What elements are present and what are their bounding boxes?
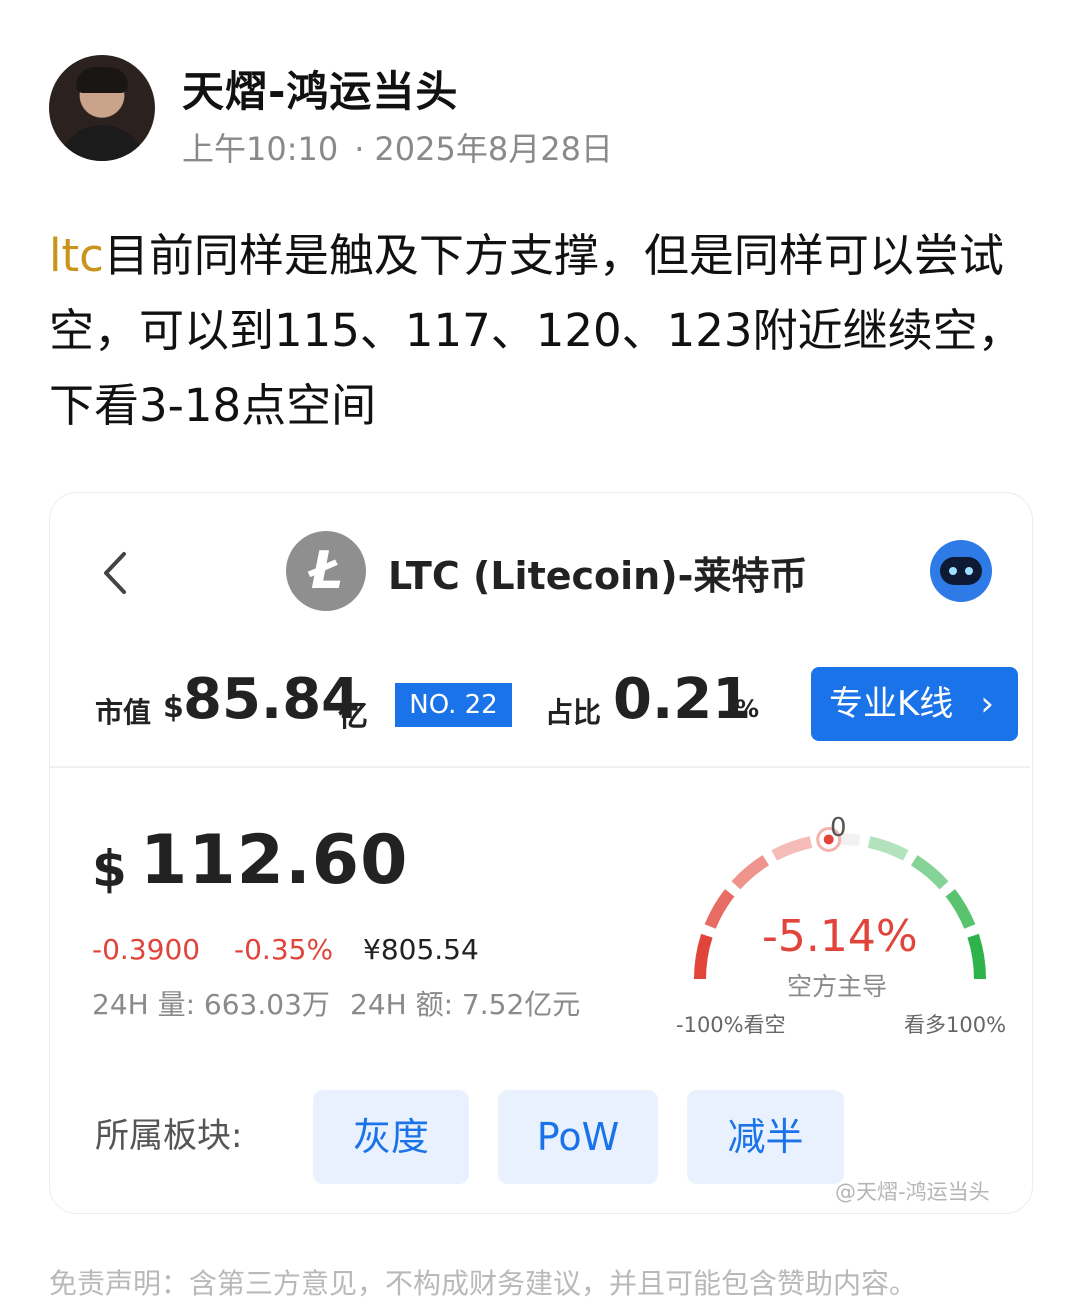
gauge-bull-label: 看多100% bbox=[904, 1013, 1007, 1037]
sentiment-status: 空方主导 bbox=[787, 972, 888, 1001]
market-share-label: 占比 bbox=[545, 696, 602, 729]
gauge-segment bbox=[694, 933, 713, 980]
market-share-value: 0.21 bbox=[613, 667, 752, 732]
author-avatar[interactable] bbox=[49, 55, 155, 161]
bot-eye-right bbox=[965, 567, 973, 575]
rank-badge: NO. 22 bbox=[395, 683, 512, 727]
avatar-shoulders bbox=[57, 125, 147, 161]
assistant-bot-icon[interactable] bbox=[930, 540, 992, 602]
gauge-segment bbox=[731, 855, 770, 890]
gauge-segment bbox=[771, 836, 813, 861]
coin-card[interactable]: Ł LTC (Litecoin)-莱特币 市值 $ 85.84 亿 NO. 22… bbox=[49, 492, 1033, 1214]
back-arrow-icon[interactable] bbox=[100, 548, 130, 598]
gauge-segment bbox=[704, 889, 735, 929]
sector-tag-grayscale[interactable]: 灰度 bbox=[313, 1090, 469, 1184]
separator-dot: · bbox=[354, 130, 365, 168]
market-cap-currency: $ bbox=[163, 690, 184, 725]
pro-kline-label: 专业K线 bbox=[829, 684, 954, 724]
bot-face bbox=[940, 557, 982, 585]
price-change-absolute: -0.3900 bbox=[92, 933, 201, 966]
price-cny: ¥805.54 bbox=[363, 933, 479, 966]
market-cap-value: 85.84 bbox=[183, 667, 361, 732]
post-time: 上午10:10 bbox=[182, 130, 339, 168]
coin-title: LTC (Litecoin)-莱特币 bbox=[388, 554, 808, 598]
gauge-bear-label: -100%看空 bbox=[676, 1013, 786, 1037]
sector-tag-pow[interactable]: PoW bbox=[498, 1090, 658, 1184]
sector-tag-halving[interactable]: 减半 bbox=[687, 1090, 844, 1184]
market-cap-label: 市值 bbox=[95, 696, 152, 729]
post-body: ltc目前同样是触及下方支撑，但是同样可以尝试空，可以到115、117、120、… bbox=[49, 218, 1039, 443]
volume-24h: 24H 量: 663.03万 bbox=[92, 988, 330, 1021]
gauge-segment bbox=[867, 836, 909, 861]
price-currency: $ bbox=[92, 840, 127, 898]
gauge-segment bbox=[945, 889, 976, 929]
chevron-right-icon: › bbox=[980, 684, 994, 724]
bot-eye-left bbox=[949, 567, 957, 575]
gauge-zero-label: 0 bbox=[830, 813, 847, 843]
sentiment-value: -5.14% bbox=[762, 911, 918, 962]
litecoin-logo-icon: Ł bbox=[286, 531, 366, 611]
current-price: 112.60 bbox=[140, 821, 409, 900]
market-share-unit: % bbox=[735, 695, 760, 723]
post-timestamp: 上午10:10 · 2025年8月28日 bbox=[182, 124, 613, 170]
gauge-segment bbox=[910, 855, 949, 890]
post-date: 2025年8月28日 bbox=[374, 130, 613, 168]
gauge-segment bbox=[967, 933, 986, 980]
author-name[interactable]: 天熠-鸿运当头 bbox=[182, 58, 458, 119]
price-change-percent: -0.35% bbox=[234, 933, 334, 966]
amount-24h: 24H 额: 7.52亿元 bbox=[350, 988, 581, 1021]
coin-tag-link[interactable]: ltc bbox=[49, 229, 104, 282]
divider bbox=[50, 766, 1030, 768]
watermark: @天熠-鸿运当头 bbox=[835, 1180, 990, 1204]
pro-kline-button[interactable]: 专业K线 › bbox=[811, 667, 1018, 741]
market-cap-unit: 亿 bbox=[338, 699, 368, 734]
avatar-hair bbox=[76, 67, 128, 93]
disclaimer: 免责声明：含第三方意见，不构成财务建议，并且可能包含赞助内容。 bbox=[49, 1267, 918, 1300]
sector-label: 所属板块: bbox=[95, 1116, 243, 1156]
post-body-text: 目前同样是触及下方支撑，但是同样可以尝试空，可以到115、117、120、123… bbox=[49, 229, 1023, 432]
